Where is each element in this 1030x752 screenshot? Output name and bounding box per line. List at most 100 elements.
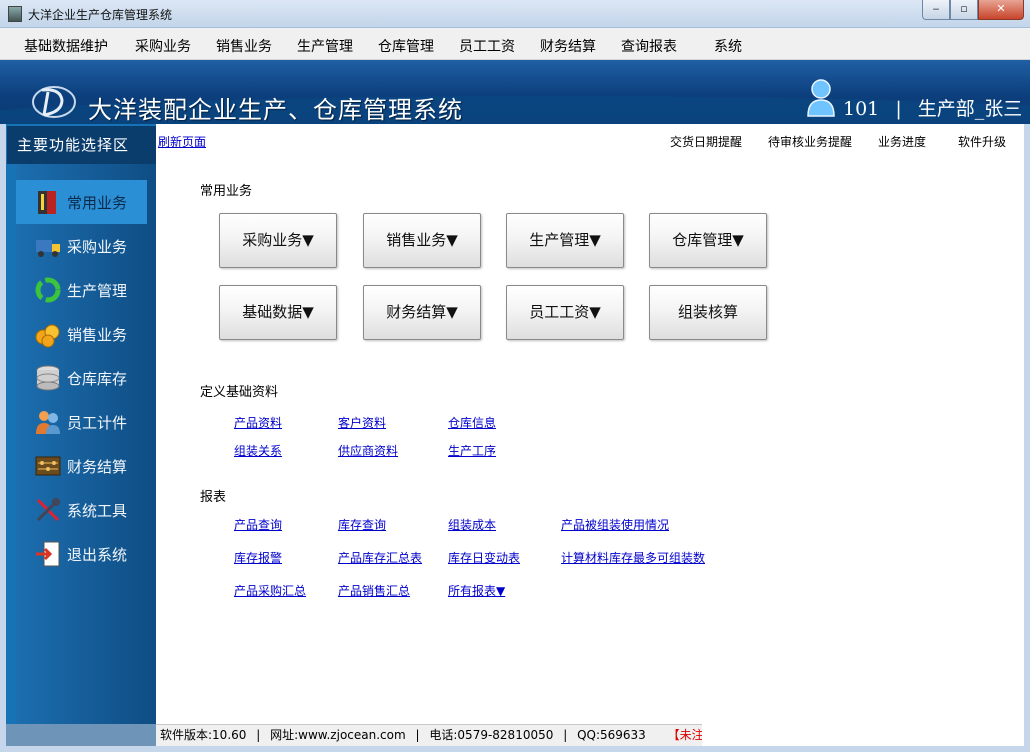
finance-button[interactable]: 财务结算▼: [363, 285, 481, 340]
salary-button[interactable]: 员工工资▼: [506, 285, 624, 340]
assembly-accounting-button[interactable]: 组装核算: [649, 285, 767, 340]
user-separator: |: [895, 98, 902, 120]
menu-warehouse[interactable]: 仓库管理: [378, 36, 434, 56]
database-icon: [36, 365, 60, 391]
abacus-icon: [35, 456, 61, 476]
window-frame-left: [0, 124, 6, 746]
phone-text: 电话:0579-82810050: [429, 728, 554, 742]
users-icon: [36, 411, 60, 434]
supplier-info-link[interactable]: 供应商资料: [338, 442, 398, 459]
sidebar-item-label: 销售业务: [67, 326, 128, 344]
main-content: 刷新页面 交货日期提醒 待审核业务提醒 业务进度 软件升级 常用业务 采购业务▼…: [156, 124, 1024, 724]
menu-sales[interactable]: 销售业务: [216, 36, 272, 56]
user-id: 101: [843, 98, 880, 120]
inventory-alert-link[interactable]: 库存报警: [234, 549, 282, 566]
recycle-icon: [35, 277, 61, 303]
sidebar-item-label: 生产管理: [67, 282, 128, 300]
reports-title: 报表: [200, 490, 227, 505]
sidebar-item-production[interactable]: 生产管理: [16, 268, 147, 312]
sidebar-item-purchase[interactable]: 采购业务: [16, 224, 147, 268]
menu-production[interactable]: 生产管理: [297, 36, 353, 56]
status-separator: |: [256, 728, 261, 742]
status-bar: 软件版本:10.60 | 网址:www.zjocean.com | 电话:057…: [156, 724, 728, 746]
assembly-relation-link[interactable]: 组装关系: [234, 442, 282, 459]
max-assemblable-link[interactable]: 计算材料库存最多可组装数: [561, 549, 705, 566]
sidebar-item-warehouse[interactable]: 仓库库存: [16, 356, 147, 400]
sidebar-title: 主要功能选择区: [7, 126, 156, 164]
sales-summary-link[interactable]: 产品销售汇总: [338, 582, 410, 599]
qq-text: QQ:569633: [577, 728, 646, 742]
sidebar-item-employee[interactable]: 员工计件: [16, 400, 147, 444]
sidebar-item-label: 系统工具: [67, 502, 128, 520]
sidebar-item-label: 退出系统: [67, 546, 128, 564]
sidebar: 主要功能选择区 常用业务 采购业务 生产管理 销售业务 仓库库存 员工计件 财务…: [0, 124, 156, 724]
process-link[interactable]: 生产工序: [448, 442, 496, 459]
website-text: 网址:www.zjocean.com: [270, 728, 406, 742]
truck-icon: [36, 240, 60, 257]
daily-inventory-change-link[interactable]: 库存日变动表: [448, 549, 520, 566]
app-icon: [8, 6, 22, 22]
refresh-page-link[interactable]: 刷新页面: [158, 133, 206, 150]
sidebar-item-label: 财务结算: [67, 458, 128, 476]
sidebar-item-label: 常用业务: [67, 194, 128, 212]
sidebar-item-finance[interactable]: 财务结算: [16, 444, 147, 488]
pending-review-reminder-link[interactable]: 待审核业务提醒: [768, 133, 852, 150]
menu-system[interactable]: 系统: [714, 36, 742, 56]
product-info-link[interactable]: 产品资料: [234, 414, 282, 431]
maximize-button[interactable]: ▫: [950, 0, 978, 20]
window-title: 大洋企业生产仓库管理系统: [28, 8, 173, 22]
basic-data-title: 定义基础资料: [200, 385, 279, 400]
customer-info-link[interactable]: 客户资料: [338, 414, 386, 431]
software-upgrade-link[interactable]: 软件升级: [958, 133, 1006, 150]
sidebar-item-tools[interactable]: 系统工具: [16, 488, 147, 532]
product-query-link[interactable]: 产品查询: [234, 516, 282, 533]
sidebar-item-common[interactable]: 常用业务: [16, 180, 147, 224]
close-button[interactable]: ✕: [978, 0, 1024, 20]
sidebar-item-label: 员工计件: [67, 414, 128, 432]
menu-bar: 基础数据维护 采购业务 销售业务 生产管理 仓库管理 员工工资 财务结算 查询报…: [0, 28, 1030, 60]
status-separator: |: [415, 728, 420, 742]
minimize-button[interactable]: ‒: [922, 0, 950, 20]
menu-basic-data[interactable]: 基础数据维护: [24, 36, 108, 56]
status-separator: |: [563, 728, 568, 742]
coins-icon: [35, 324, 60, 348]
all-reports-link[interactable]: 所有报表▼: [448, 582, 505, 599]
sidebar-item-label: 仓库库存: [67, 370, 128, 388]
product-assembly-usage-link[interactable]: 产品被组装使用情况: [561, 516, 669, 533]
business-progress-link[interactable]: 业务进度: [878, 133, 926, 150]
title-bar: 大洋企业生产仓库管理系统 ‒ ▫ ✕: [0, 0, 1030, 28]
common-business-title: 常用业务: [200, 184, 253, 199]
basic-data-button[interactable]: 基础数据▼: [219, 285, 337, 340]
menu-salary[interactable]: 员工工资: [459, 36, 515, 56]
book-icon: [38, 191, 56, 214]
inventory-query-link[interactable]: 库存查询: [338, 516, 386, 533]
tools-icon: [36, 498, 60, 522]
warehouse-button[interactable]: 仓库管理▼: [649, 213, 767, 268]
app-title: 大洋装配企业生产、仓库管理系统: [88, 96, 463, 124]
user-info: 101 | 生产部_张三: [843, 94, 1022, 121]
header-banner: 大洋装配企业生产、仓库管理系统 101 | 生产部_张三: [0, 60, 1030, 124]
production-button[interactable]: 生产管理▼: [506, 213, 624, 268]
assembly-cost-link[interactable]: 组装成本: [448, 516, 496, 533]
inventory-summary-link[interactable]: 产品库存汇总表: [338, 549, 422, 566]
user-icon: [807, 79, 835, 117]
sidebar-item-sales[interactable]: 销售业务: [16, 312, 147, 356]
delivery-date-reminder-link[interactable]: 交货日期提醒: [670, 133, 742, 150]
window-frame-right: [1024, 124, 1030, 746]
window-frame-bottom: [0, 746, 1030, 752]
menu-purchase[interactable]: 采购业务: [135, 36, 191, 56]
status-bar-filler: [702, 724, 1024, 746]
window-controls: ‒ ▫ ✕: [922, 0, 1024, 20]
logo-icon: [32, 86, 76, 118]
sidebar-item-exit[interactable]: 退出系统: [16, 532, 147, 576]
sidebar-item-label: 采购业务: [67, 238, 128, 256]
menu-reports[interactable]: 查询报表: [621, 36, 677, 56]
purchase-button[interactable]: 采购业务▼: [219, 213, 337, 268]
user-department: 生产部_张三: [917, 98, 1023, 120]
warehouse-info-link[interactable]: 仓库信息: [448, 414, 496, 431]
exit-icon: [36, 541, 60, 567]
sales-button[interactable]: 销售业务▼: [363, 213, 481, 268]
menu-finance[interactable]: 财务结算: [540, 36, 596, 56]
version-text: 软件版本:10.60: [160, 728, 247, 742]
purchase-summary-link[interactable]: 产品采购汇总: [234, 582, 306, 599]
